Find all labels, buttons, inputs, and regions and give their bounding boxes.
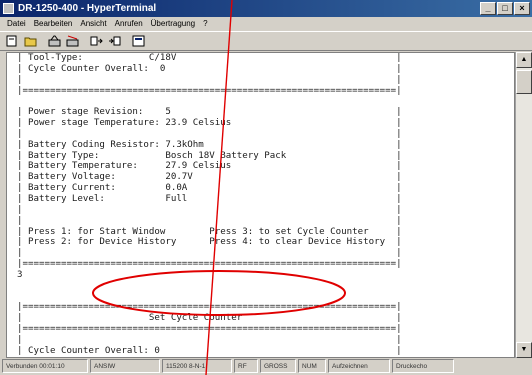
terminal-line: | |: [17, 74, 402, 85]
terminal-line: | Cycle Counter Overall: 0 |: [17, 63, 402, 74]
status-port-settings: 115200 8-N-1: [162, 359, 232, 373]
terminal-line: | Press 1: for Start Window Press 3: to …: [17, 226, 402, 237]
disconnect-icon[interactable]: [64, 34, 80, 49]
menu-anrufen[interactable]: Anrufen: [111, 17, 147, 31]
terminal-text: | Tool-Type: C/18V | | Cycle Counter Over…: [7, 53, 514, 358]
open-icon[interactable]: [22, 34, 38, 49]
terminal-line: | Cycle Counter B: 0 |: [17, 357, 514, 358]
terminal-screen[interactable]: | Tool-Type: C/18V | | Cycle Counter Over…: [6, 52, 515, 358]
terminal-line: | |: [17, 248, 402, 259]
status-num: NUM: [298, 359, 326, 373]
scroll-up-icon[interactable]: ▲: [516, 52, 532, 68]
menu-bearbeiten[interactable]: Bearbeiten: [30, 17, 77, 31]
terminal-line: |=======================================…: [17, 324, 402, 335]
terminal-line: |=======================================…: [17, 85, 402, 96]
menu-datei[interactable]: Datei: [3, 17, 30, 31]
terminal-line: |=======================================…: [17, 259, 402, 270]
window-title: DR-1250-400 - HyperTerminal: [18, 3, 157, 14]
terminal-line: | Set Cycle Counter |: [17, 313, 402, 324]
status-caps: GROSS: [260, 359, 296, 373]
app-icon: [3, 3, 14, 14]
terminal-line: | |: [17, 128, 402, 139]
scroll-thumb[interactable]: [516, 70, 532, 94]
terminal-line: | Battery Current: 0.0A |: [17, 183, 402, 194]
terminal-line: | |: [17, 204, 402, 215]
terminal-line: | Cycle Counter Overall: 0 |: [17, 345, 402, 356]
new-connection-icon[interactable]: [4, 34, 20, 49]
terminal-line: | Battery Level: Full |: [17, 193, 402, 204]
terminal-line: | Battery Coding Resistor: 7.3kOhm |: [17, 139, 402, 150]
status-print-echo: Druckecho: [392, 359, 454, 373]
dial-icon[interactable]: [46, 34, 62, 49]
scroll-down-icon[interactable]: ▼: [516, 342, 532, 358]
close-button[interactable]: ×: [514, 2, 530, 15]
terminal-line: | Power stage Revision: 5 |: [17, 107, 402, 118]
status-bar: Verbunden 00:01:10 ANSIW 115200 8-N-1 RF…: [0, 359, 532, 375]
maximize-button[interactable]: □: [497, 2, 513, 15]
toolbar: [0, 31, 532, 51]
title-bar[interactable]: DR-1250-400 - HyperTerminal _ □ ×: [0, 0, 532, 17]
status-emulation: ANSIW: [90, 359, 160, 373]
minimize-button[interactable]: _: [480, 2, 496, 15]
status-scroll: RF: [234, 359, 258, 373]
terminal-line: | Battery Voltage: 20.7V |: [17, 172, 402, 183]
properties-icon[interactable]: [130, 34, 146, 49]
terminal-line: | |: [17, 334, 402, 345]
terminal-line: | Battery Type: Bosch 18V Battery Pack |: [17, 150, 402, 161]
status-connection-time: Verbunden 00:01:10: [2, 359, 88, 373]
terminal-line: | Press 2: for Device History Press 4: t…: [17, 237, 402, 248]
receive-icon[interactable]: [106, 34, 122, 49]
terminal-line: | Battery Temperature: 27.9 Celsius |: [17, 161, 402, 172]
menu-help[interactable]: ?: [199, 17, 211, 31]
status-capture: Aufzeichnen: [328, 359, 390, 373]
terminal-line: 3: [17, 269, 23, 280]
menu-ansicht[interactable]: Ansicht: [76, 17, 110, 31]
menu-uebertragung[interactable]: Übertragung: [147, 17, 199, 31]
terminal-line: | |: [17, 215, 402, 226]
terminal-line: |=======================================…: [17, 302, 402, 313]
terminal-line: | Power stage Temperature: 23.9 Celsius …: [17, 118, 402, 129]
send-icon[interactable]: [88, 34, 104, 49]
menu-bar: Datei Bearbeiten Ansicht Anrufen Übertra…: [0, 17, 532, 31]
window-controls: _ □ ×: [480, 2, 530, 15]
terminal-line: | Tool-Type: C/18V |: [17, 53, 402, 63]
vertical-scrollbar[interactable]: ▲ ▼: [515, 52, 532, 358]
